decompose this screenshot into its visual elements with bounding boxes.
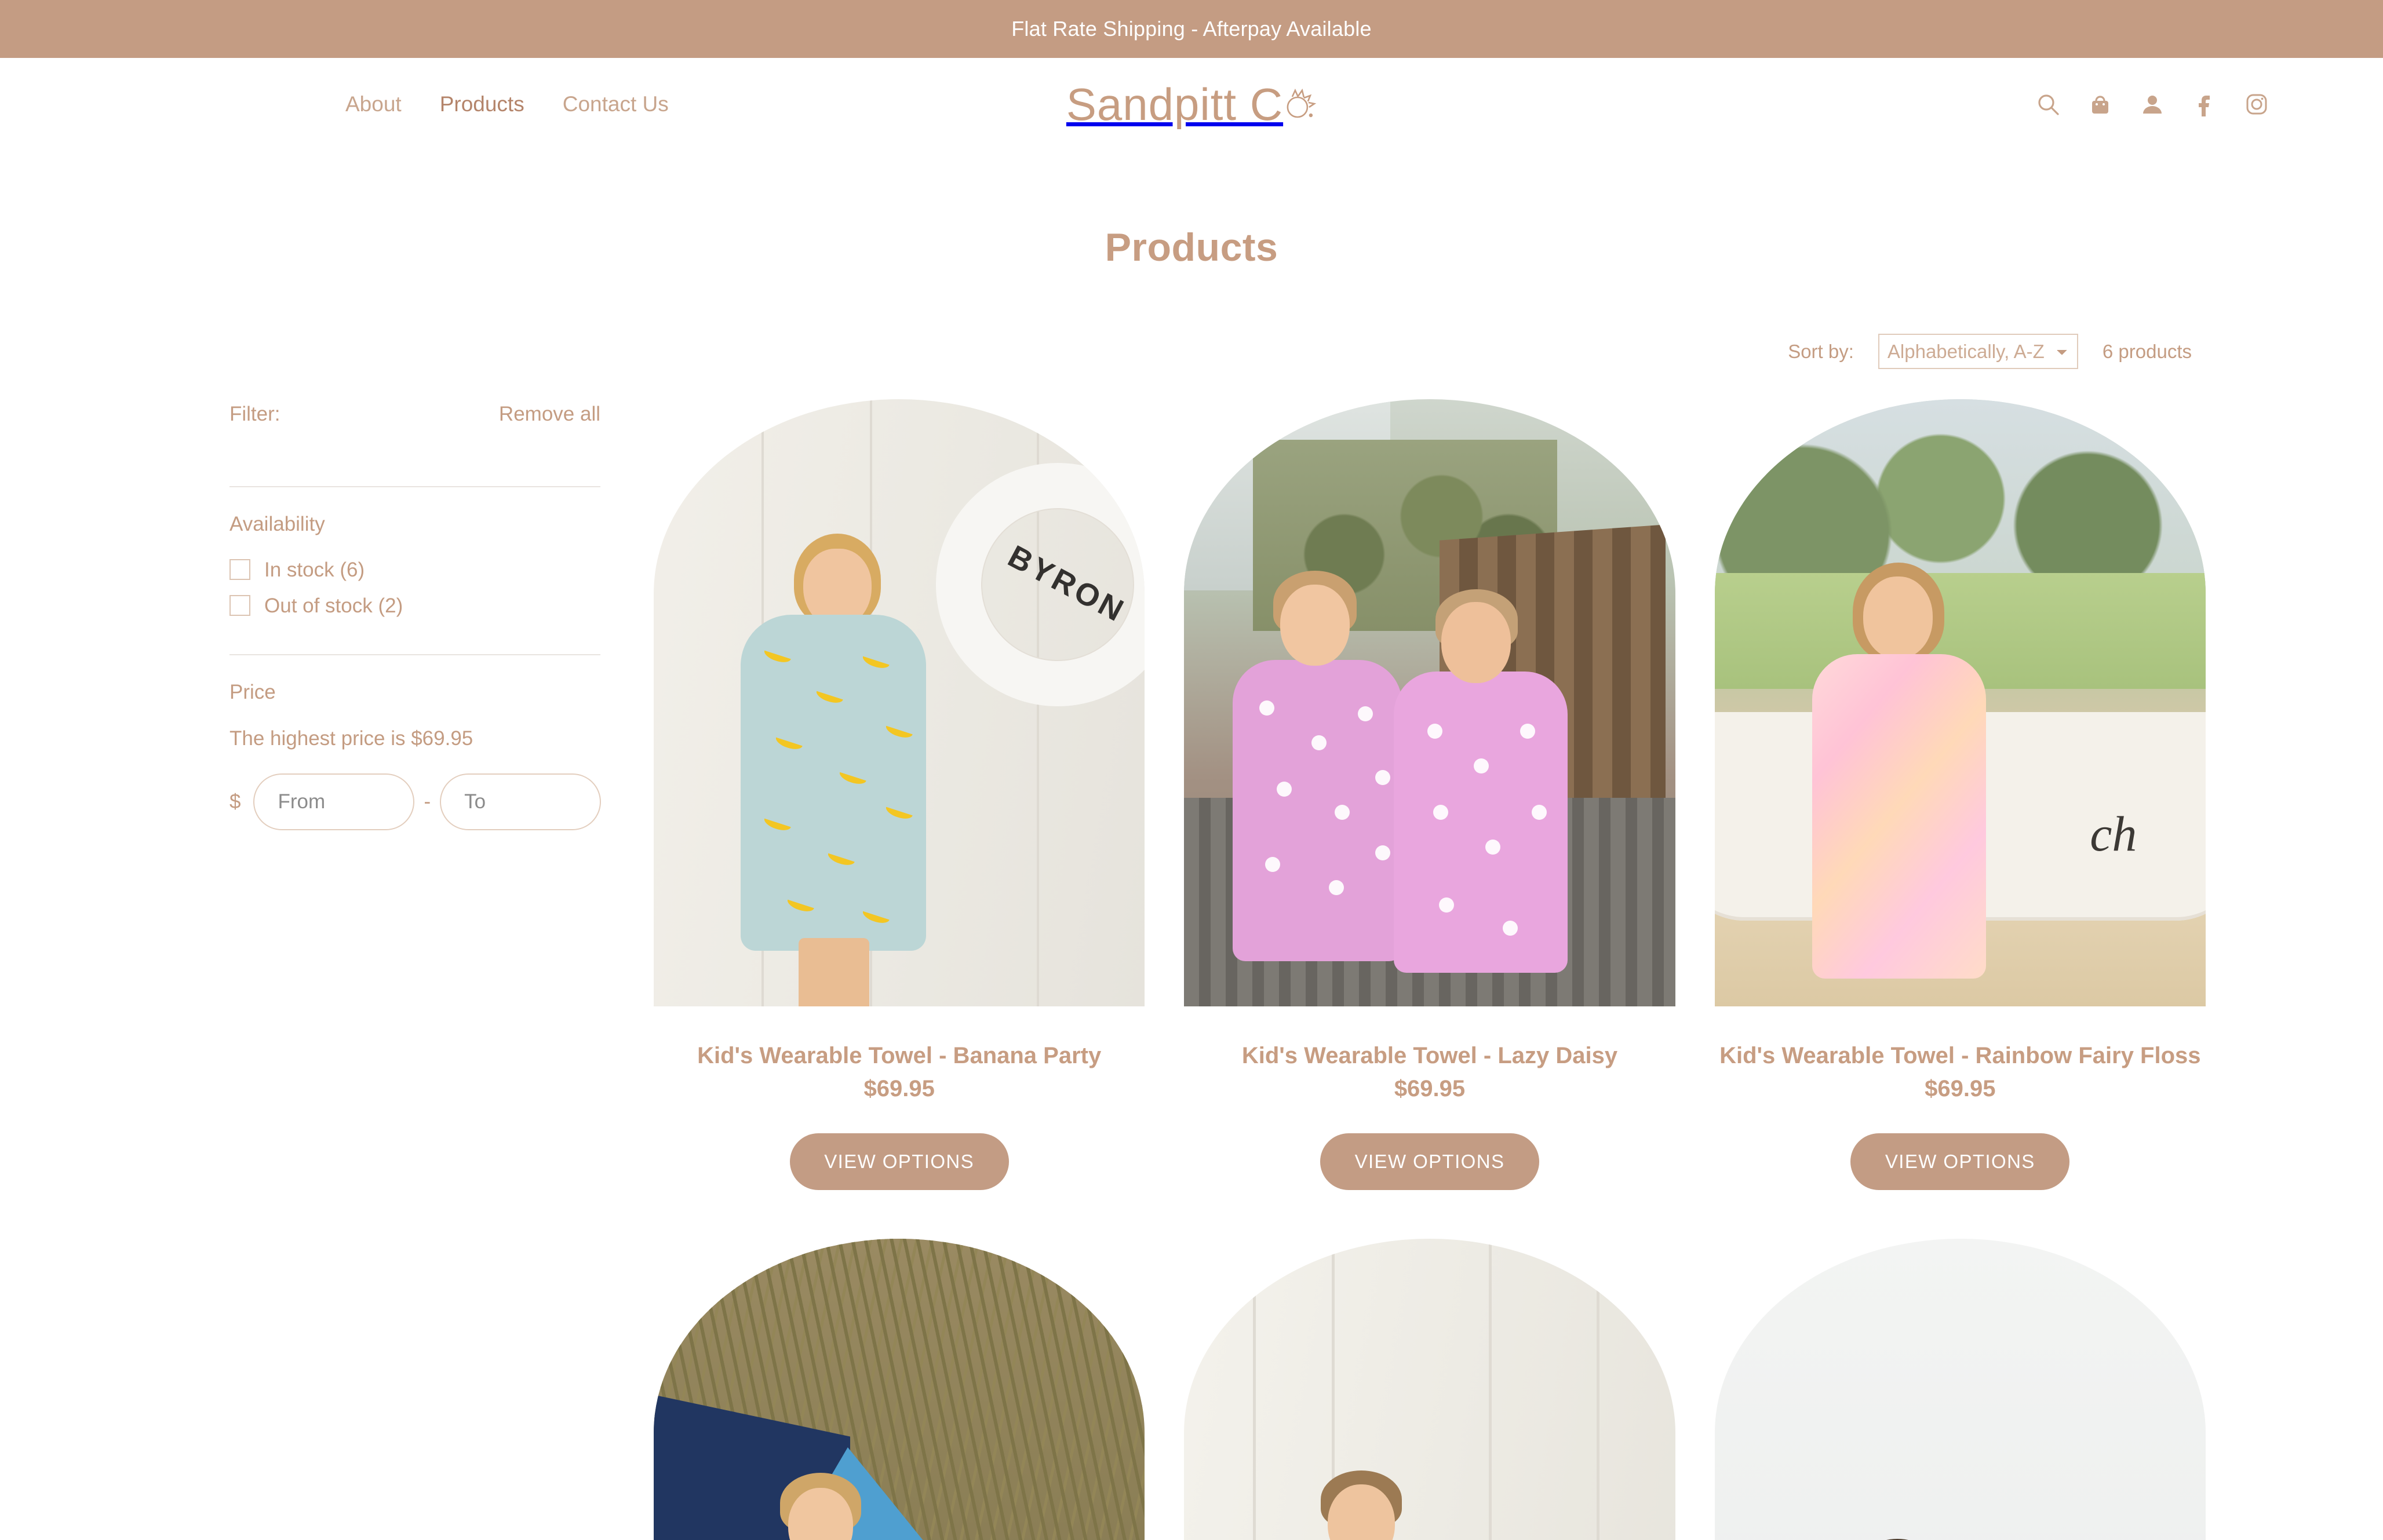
sort-by-label: Sort by:	[1788, 340, 1854, 362]
announcement-text: Flat Rate Shipping - Afterpay Available	[1011, 17, 1372, 41]
nav-item-products[interactable]: Products	[440, 92, 524, 116]
facet-option-out-of-stock[interactable]: Out of stock (2)	[229, 595, 600, 616]
facebook-icon[interactable]	[2192, 92, 2217, 117]
price-range-dash: -	[424, 790, 431, 813]
content-row: Filter: Remove all Availability In stock…	[229, 399, 2206, 1540]
remove-all-filters-link[interactable]: Remove all	[499, 403, 600, 426]
product-card[interactable]	[654, 1239, 1145, 1540]
in-stock-checkbox[interactable]	[229, 559, 250, 580]
in-stock-label: In stock (6)	[264, 558, 365, 581]
nav-link-contact-us[interactable]: Contact Us	[563, 92, 669, 116]
page-title: Products	[1105, 225, 1278, 269]
view-options-button[interactable]: VIEW OPTIONS	[1850, 1133, 2070, 1190]
announcement-bar: Flat Rate Shipping - Afterpay Available	[0, 0, 2383, 58]
out-of-stock-checkbox[interactable]	[229, 595, 250, 616]
nav-list: About Products Contact Us	[345, 92, 669, 116]
product-image: BYRON	[654, 399, 1145, 1006]
header-icon-group	[2035, 92, 2269, 117]
product-image-link[interactable]: ch	[1714, 399, 2206, 1006]
filter-label: Filter:	[229, 403, 280, 425]
site-logo[interactable]: Sandpitt C	[1066, 82, 1317, 127]
product-price: $69.95	[1394, 1076, 1466, 1101]
highest-price-note: The highest price is $69.95	[229, 727, 473, 750]
sun-flower-icon	[1278, 85, 1317, 123]
product-title[interactable]: Kid's Wearable Towel - Lazy Daisy	[1242, 1040, 1617, 1071]
product-count: 6 products	[2102, 340, 2192, 362]
facet-group-price: Price The highest price is $69.95 $ -	[229, 655, 602, 853]
product-card[interactable]: Kid's Wearable Towel - Lazy Daisy $69.95…	[1184, 399, 1675, 1190]
product-image-link[interactable]: BYRON	[654, 399, 1145, 1006]
site-header: About Products Contact Us Sandpitt C	[0, 58, 2383, 151]
logo-text: Sandpitt C	[1066, 79, 1284, 130]
page-wrap: Sort by: Alphabetically, A-Z 6 products …	[177, 334, 2206, 1540]
instagram-icon[interactable]	[2244, 92, 2269, 117]
nav-link-products[interactable]: Products	[440, 92, 524, 116]
product-image	[654, 1239, 1145, 1540]
collection-toolbar: Sort by: Alphabetically, A-Z 6 products	[229, 334, 2206, 369]
product-image: ch	[1714, 399, 2206, 1006]
availability-title: Availability	[229, 513, 325, 535]
product-card[interactable]	[1714, 1239, 2206, 1540]
currency-symbol: $	[229, 790, 241, 813]
product-image	[1184, 1239, 1675, 1540]
price-range-row: $ -	[229, 773, 602, 830]
price-to-input[interactable]	[440, 773, 602, 830]
product-image-link[interactable]	[1714, 1239, 2206, 1540]
product-image-link[interactable]	[1184, 399, 1675, 1006]
price-title: Price	[229, 681, 276, 703]
product-title[interactable]: Kid's Wearable Towel - Rainbow Fairy Flo…	[1719, 1040, 2200, 1071]
search-icon[interactable]	[2035, 92, 2061, 117]
view-options-button[interactable]: VIEW OPTIONS	[1320, 1133, 1539, 1190]
product-price: $69.95	[1925, 1076, 1996, 1101]
price-from-input[interactable]	[253, 773, 415, 830]
view-options-button[interactable]: VIEW OPTIONS	[789, 1133, 1009, 1190]
nav-item-about[interactable]: About	[345, 92, 402, 116]
nav-link-about[interactable]: About	[345, 92, 402, 116]
product-image-link[interactable]	[654, 1239, 1145, 1540]
product-image	[1714, 1239, 2206, 1540]
facet-option-in-stock[interactable]: In stock (6)	[229, 559, 600, 580]
filter-header: Filter: Remove all	[229, 403, 600, 487]
account-icon[interactable]	[2140, 92, 2165, 117]
cart-icon[interactable]	[2087, 92, 2113, 117]
product-image-link[interactable]	[1184, 1239, 1675, 1540]
product-card[interactable]	[1184, 1239, 1675, 1540]
product-grid: BYRON Kid's Wearable Towel - Banana Part…	[654, 399, 2206, 1540]
sort-by-select[interactable]: Alphabetically, A-Z	[1878, 334, 2078, 369]
facet-group-availability: Availability In stock (6) Out of stock (…	[229, 487, 600, 655]
product-card[interactable]: ch Kid's Wearable Towel - Rainbow Fairy …	[1714, 399, 2206, 1190]
product-image	[1184, 399, 1675, 1006]
product-card[interactable]: BYRON Kid's Wearable Towel - Banana Part…	[654, 399, 1145, 1190]
product-price: $69.95	[863, 1076, 935, 1101]
main-navigation: About Products Contact Us	[0, 92, 669, 116]
out-of-stock-label: Out of stock (2)	[264, 594, 403, 617]
nav-item-contact-us[interactable]: Contact Us	[563, 92, 669, 116]
filter-sidebar: Filter: Remove all Availability In stock…	[229, 399, 602, 853]
product-title[interactable]: Kid's Wearable Towel - Banana Party	[697, 1040, 1101, 1071]
